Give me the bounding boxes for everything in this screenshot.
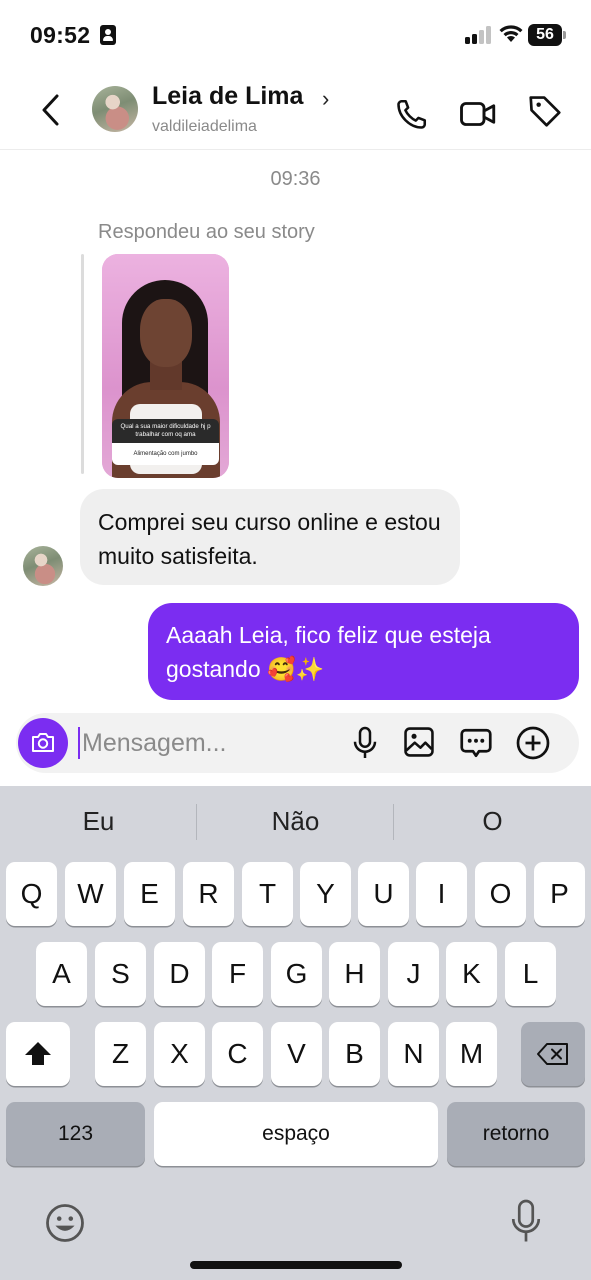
phone-icon[interactable]	[394, 96, 430, 132]
camera-button[interactable]	[18, 718, 68, 768]
backspace-key[interactable]	[521, 1022, 585, 1086]
key-x[interactable]: X	[154, 1022, 205, 1086]
key-i[interactable]: I	[416, 862, 467, 926]
suggestion-3[interactable]: O	[394, 806, 591, 837]
message-composer	[16, 713, 579, 773]
key-r[interactable]: R	[183, 862, 234, 926]
key-y[interactable]: Y	[300, 862, 351, 926]
key-f[interactable]: F	[212, 942, 263, 1006]
emoji-icon[interactable]	[44, 1202, 86, 1244]
key-e[interactable]: E	[124, 862, 175, 926]
sticker-icon[interactable]	[458, 725, 494, 761]
gallery-icon[interactable]	[402, 725, 436, 759]
contact-avatar[interactable]	[92, 86, 138, 132]
dictation-microphone-icon[interactable]	[508, 1198, 544, 1246]
key-z[interactable]: Z	[95, 1022, 146, 1086]
key-g[interactable]: G	[271, 942, 322, 1006]
outgoing-message-bubble[interactable]: Aaaah Leia, fico feliz que esteja gostan…	[148, 603, 579, 700]
battery-indicator: 56	[528, 24, 566, 46]
key-l[interactable]: L	[505, 942, 556, 1006]
story-answer: Alimentação com jumbo	[112, 443, 219, 465]
status-time: 09:52	[30, 22, 91, 48]
video-call-icon[interactable]	[458, 96, 498, 132]
key-s[interactable]: S	[95, 942, 146, 1006]
key-t[interactable]: T	[242, 862, 293, 926]
key-u[interactable]: U	[358, 862, 409, 926]
home-indicator[interactable]	[190, 1261, 402, 1269]
text-cursor	[78, 727, 80, 759]
chat-header: Leia de Lima › valdileiadelima	[0, 70, 591, 150]
suggestion-1[interactable]: Eu	[0, 806, 197, 837]
space-key[interactable]: espaço	[154, 1102, 438, 1166]
shift-key[interactable]	[6, 1022, 70, 1086]
status-bar: 09:52 56	[0, 0, 591, 70]
message-timestamp: 09:36	[270, 168, 321, 190]
shift-icon	[25, 1042, 51, 1065]
plus-icon[interactable]	[515, 725, 551, 761]
tag-icon[interactable]	[526, 92, 564, 130]
key-n[interactable]: N	[388, 1022, 439, 1086]
story-thumbnail[interactable]: Qual a sua maior dificuldade hj p trabal…	[102, 254, 229, 478]
cellular-signal-icon	[465, 26, 493, 44]
key-b[interactable]: B	[329, 1022, 380, 1086]
key-h[interactable]: H	[329, 942, 380, 1006]
focus-person-icon	[100, 25, 116, 45]
key-v[interactable]: V	[271, 1022, 322, 1086]
backspace-icon	[537, 1043, 568, 1065]
sender-avatar[interactable]	[23, 546, 63, 586]
wifi-icon	[499, 25, 523, 42]
key-o[interactable]: O	[475, 862, 526, 926]
key-m[interactable]: M	[446, 1022, 497, 1086]
return-key[interactable]: retorno	[447, 1102, 585, 1166]
microphone-icon[interactable]	[350, 725, 380, 761]
chevron-right-icon[interactable]: ›	[322, 86, 329, 112]
story-reply-label: Respondeu ao seu story	[98, 221, 315, 243]
contact-handle: valdileiadelima	[152, 118, 257, 135]
key-d[interactable]: D	[154, 942, 205, 1006]
story-question: Qual a sua maior dificuldade hj p trabal…	[112, 419, 219, 443]
key-q[interactable]: Q	[6, 862, 57, 926]
back-chevron-icon[interactable]	[36, 90, 66, 130]
key-k[interactable]: K	[446, 942, 497, 1006]
key-j[interactable]: J	[388, 942, 439, 1006]
message-input[interactable]	[82, 723, 332, 763]
key-a[interactable]: A	[36, 942, 87, 1006]
incoming-message-bubble[interactable]: Comprei seu curso online e estou muito s…	[80, 489, 460, 585]
contact-name[interactable]: Leia de Lima	[152, 82, 303, 111]
key-w[interactable]: W	[65, 862, 116, 926]
reply-quote-bar	[81, 254, 84, 474]
key-p[interactable]: P	[534, 862, 585, 926]
suggestion-bar: Eu Não O	[0, 786, 591, 858]
numbers-key[interactable]: 123	[6, 1102, 145, 1166]
keyboard: Eu Não O Q W E R T Y U I O P A S D F G H…	[0, 786, 591, 1280]
camera-icon	[32, 733, 54, 752]
key-c[interactable]: C	[212, 1022, 263, 1086]
suggestion-2[interactable]: Não	[197, 806, 394, 837]
story-question-sticker: Qual a sua maior dificuldade hj p trabal…	[112, 419, 219, 465]
